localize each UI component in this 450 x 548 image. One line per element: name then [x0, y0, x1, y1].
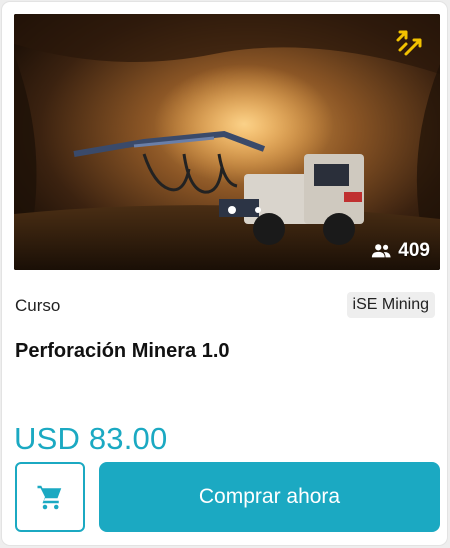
course-thumbnail[interactable]: 409: [14, 14, 440, 270]
people-icon: [372, 244, 391, 258]
course-title[interactable]: Perforación Minera 1.0: [15, 340, 230, 363]
enrollment-count: 409: [370, 240, 430, 262]
enrollment-count-value: 409: [398, 240, 430, 261]
expand-arrows-icon[interactable]: [394, 26, 428, 60]
provider-badge: iSE Mining: [346, 292, 435, 318]
add-to-cart-button[interactable]: [15, 462, 85, 532]
mining-drill-image: [14, 14, 440, 270]
course-price: USD 83.00: [14, 421, 168, 456]
course-card[interactable]: 409 Curso iSE Mining Perforación Minera …: [2, 2, 447, 545]
buy-now-button[interactable]: Comprar ahora: [99, 462, 440, 532]
course-type-label: Curso: [15, 296, 61, 315]
shopping-cart-icon: [37, 485, 62, 510]
